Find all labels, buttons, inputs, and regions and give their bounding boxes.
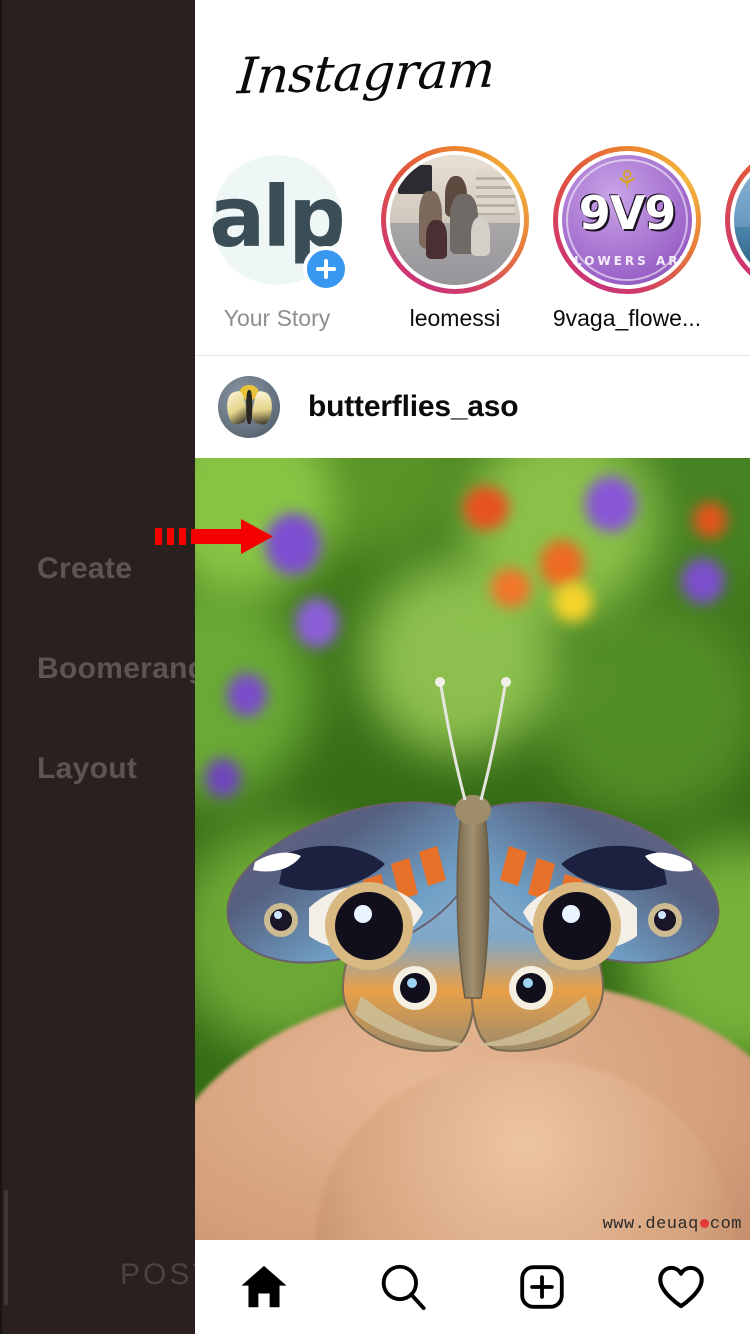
nav-home-button[interactable] <box>195 1260 334 1314</box>
avatar-leomessi <box>390 155 520 285</box>
stories-tray[interactable]: alp Your Story leomessi ⚘ 9V9 FLOWERS AR… <box>195 138 750 356</box>
9vaga-logo-subtext: FLOWERS ART <box>562 254 692 269</box>
nav-search-button[interactable] <box>334 1260 473 1314</box>
post-image[interactable]: www.deuaq com <box>195 458 750 1240</box>
9vaga-logo-text: 9V9 <box>578 186 677 241</box>
bottom-navigation-bar[interactable] <box>195 1240 750 1334</box>
nav-create-button[interactable] <box>473 1260 612 1314</box>
story-ring-9vaga: ⚘ 9V9 FLOWERS ART <box>553 146 701 294</box>
story-ring-your-story: alp <box>203 146 351 294</box>
sidebar-item-create[interactable]: Create <box>37 552 132 586</box>
post-header[interactable]: butterflies_aso <box>195 357 750 457</box>
story-label-leomessi: leomessi <box>409 305 501 331</box>
story-ring-partial <box>725 146 750 294</box>
instagram-wordmark-logo[interactable]: Instagram <box>235 41 496 106</box>
nav-activity-button[interactable] <box>611 1260 750 1314</box>
story-ring-leomessi <box>381 146 529 294</box>
sidebar-item-layout[interactable]: Layout <box>37 752 137 786</box>
post-author-avatar[interactable] <box>218 376 280 438</box>
story-item-leomessi[interactable]: leomessi <box>369 146 541 332</box>
story-label-partial: e <box>713 305 750 332</box>
create-menu-sidebar[interactable]: Create Boomerang Layout POST <box>0 0 195 1334</box>
buckeye-butterfly-illustration <box>226 677 719 1052</box>
heart-icon <box>657 1265 704 1309</box>
sidebar-post-label[interactable]: POST <box>120 1258 195 1292</box>
post-author-username[interactable]: butterflies_aso <box>308 390 519 424</box>
story-item-9vaga[interactable]: ⚘ 9V9 FLOWERS ART 9vaga_flowe... <box>541 146 713 332</box>
story-item-your-story[interactable]: alp Your Story <box>195 146 363 332</box>
app-header: Instagram <box>195 0 750 138</box>
annotation-arrow-icon <box>155 519 273 554</box>
avatar-partial <box>734 155 750 285</box>
site-watermark: www.deuaq com <box>602 1215 742 1234</box>
instagram-app-screen: Instagram alp Your Story leomessi ⚘ 9V9 … <box>0 0 750 1334</box>
story-label-9vaga: 9vaga_flowe... <box>552 305 702 331</box>
watermark-dot-icon <box>699 1219 709 1229</box>
plus-box-icon <box>520 1265 564 1309</box>
sidebar-item-boomerang[interactable]: Boomerang <box>37 652 195 686</box>
add-story-plus-icon[interactable] <box>303 246 349 292</box>
story-label-your-story: Your Story <box>223 305 331 331</box>
home-icon <box>241 1265 287 1308</box>
avatar-9vaga: ⚘ 9V9 FLOWERS ART <box>562 155 692 285</box>
search-icon <box>381 1264 426 1311</box>
story-item-partial[interactable]: e <box>713 146 750 332</box>
instagram-feed-pane: Instagram alp Your Story leomessi ⚘ 9V9 … <box>195 0 750 1334</box>
